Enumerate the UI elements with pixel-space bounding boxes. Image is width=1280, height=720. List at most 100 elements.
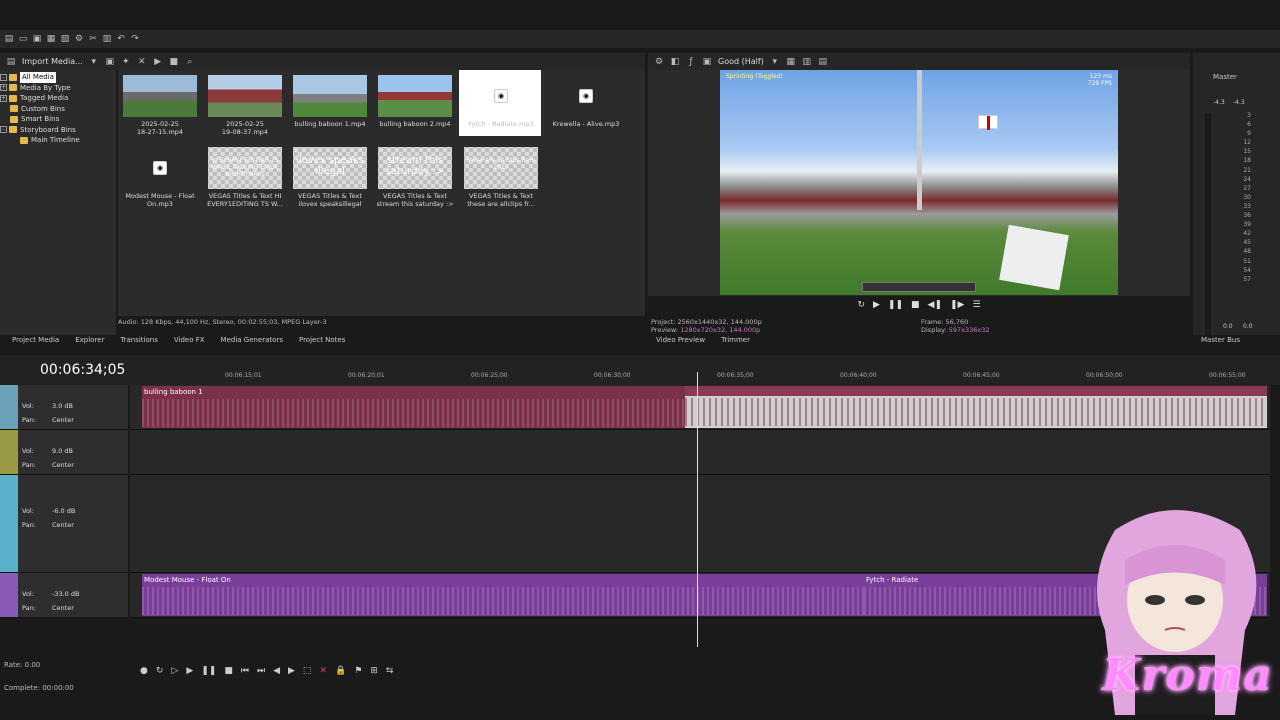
media-item[interactable]: HI EVERY1 EDITING TS WHILE TALKING ENJOY… — [203, 142, 285, 208]
record-icon[interactable]: ● — [140, 666, 148, 676]
tab-project-notes[interactable]: Project Notes — [291, 336, 353, 346]
fx-icon[interactable]: ƒ — [686, 57, 696, 67]
auto-ripple-icon[interactable]: ⇆ — [386, 666, 394, 676]
capture-icon[interactable]: ▣ — [105, 57, 115, 67]
marker-icon[interactable]: ⚑ — [354, 666, 362, 676]
media-item[interactable]: ◉ Krewella - Alive.mp3 — [544, 70, 626, 136]
cut-icon[interactable]: ✂ — [88, 34, 98, 44]
loop-icon[interactable]: ↻ — [857, 300, 865, 310]
audio-clip[interactable]: bulling baboon 2 — [685, 386, 1267, 428]
track-lane[interactable]: bulling baboon 1 bulling baboon 2 — [130, 385, 1270, 430]
stop-icon[interactable]: ■ — [224, 666, 233, 676]
lock-icon[interactable]: 🔒 — [335, 666, 346, 676]
play-icon[interactable]: ▶ — [153, 57, 163, 67]
tree-item-smart-bins[interactable]: Smart Bins — [0, 114, 116, 125]
menu-icon[interactable]: ☰ — [972, 300, 980, 310]
stop-icon[interactable]: ■ — [911, 300, 920, 310]
tab-media-generators[interactable]: Media Generators — [213, 336, 291, 346]
dropdown-icon[interactable]: ▾ — [89, 57, 99, 67]
new-icon[interactable]: ▤ — [4, 34, 14, 44]
audio-clip[interactable]: Modest Mouse - Float On — [142, 574, 864, 616]
play-icon[interactable]: ▶ — [873, 300, 880, 310]
render-icon[interactable]: ▧ — [60, 34, 70, 44]
preview-quality-select[interactable]: Good (Half) — [718, 57, 764, 66]
track-header-6[interactable]: Vol: -33.0 dB Pan: Center — [0, 573, 128, 618]
tree-item-storyboard-bins[interactable]: - Storyboard Bins — [0, 125, 116, 136]
vol-value[interactable]: 3.0 dB — [52, 402, 73, 410]
media-item[interactable]: ilovex speaks illegal VEGAS Titles & Text… — [288, 142, 370, 208]
media-item-selected[interactable]: ◉ Fytch - Radiate.mp3 — [459, 70, 541, 136]
media-item[interactable]: bulling baboon 1.mp4 — [288, 70, 370, 136]
vol-value[interactable]: -33.0 dB — [52, 590, 79, 598]
go-start-icon[interactable]: ⏮ — [241, 666, 249, 676]
tree-item-media-by-type[interactable]: + Media By Type — [0, 83, 116, 94]
track-header-5[interactable]: Vol: -6.0 dB Pan: Center — [0, 475, 128, 573]
next-frame-icon[interactable]: ▶ — [288, 666, 295, 676]
track-lane[interactable] — [130, 430, 1270, 475]
save-as-icon[interactable]: ▦ — [46, 34, 56, 44]
go-end-icon[interactable]: ⏭ — [257, 666, 265, 676]
tab-video-fx[interactable]: Video FX — [166, 336, 213, 346]
import-media-button[interactable]: Import Media... — [22, 57, 83, 66]
pan-value[interactable]: Center — [52, 461, 74, 469]
edit-tool-icon[interactable]: ⬚ — [303, 666, 312, 676]
playhead[interactable] — [697, 372, 698, 647]
properties-icon[interactable]: ⚙ — [74, 34, 84, 44]
remove-icon[interactable]: ✕ — [137, 57, 147, 67]
media-fx-icon[interactable]: ✦ — [121, 57, 131, 67]
expand-icon[interactable]: - — [0, 126, 7, 134]
snap-icon[interactable]: ⊞ — [370, 666, 378, 676]
tree-item-tagged-media[interactable]: + Tagged Media — [0, 93, 116, 104]
expand-icon[interactable]: - — [0, 73, 7, 81]
import-icon[interactable]: ▤ — [6, 57, 16, 67]
tree-item-custom-bins[interactable]: Custom Bins — [0, 104, 116, 115]
pan-value[interactable]: Center — [52, 521, 74, 529]
expand-icon[interactable]: + — [0, 84, 7, 92]
grid-icon[interactable]: ▦ — [786, 57, 796, 67]
timeline-ruler[interactable]: 00:06:15;01 00:06:20;01 00:06:25;00 00:0… — [140, 372, 1270, 384]
tab-explorer[interactable]: Explorer — [67, 336, 112, 346]
media-item[interactable]: bulling baboon 2.mp4 — [373, 70, 455, 136]
pause-icon[interactable]: ❚❚ — [201, 666, 216, 676]
tree-item-main-timeline[interactable]: Main Timeline — [0, 135, 116, 146]
tab-transitions[interactable]: Transitions — [112, 336, 166, 346]
play-icon[interactable]: ▶ — [186, 666, 193, 676]
prev-frame-icon[interactable]: ◀❚ — [928, 300, 942, 310]
prev-frame-icon[interactable]: ◀ — [273, 666, 280, 676]
split-screen-icon[interactable]: ◧ — [670, 57, 680, 67]
pan-value[interactable]: Center — [52, 416, 74, 424]
media-item[interactable]: stream this saturday :> VEGAS Titles & Te… — [373, 142, 455, 208]
undo-icon[interactable]: ↶ — [116, 34, 126, 44]
vol-value[interactable]: 9.0 dB — [52, 447, 73, 455]
tab-video-preview[interactable]: Video Preview — [648, 336, 713, 346]
tab-trimmer[interactable]: Trimmer — [713, 336, 758, 346]
dropdown-icon[interactable]: ▾ — [770, 57, 780, 67]
zoom-icon[interactable]: ⌕ — [185, 57, 195, 67]
track-header-4[interactable]: Vol: 3.0 dB Pan: Center — [0, 385, 128, 430]
tab-project-media[interactable]: Project Media — [4, 336, 67, 346]
save-icon[interactable]: ▣ — [32, 34, 42, 44]
redo-icon[interactable]: ↷ — [130, 34, 140, 44]
pause-icon[interactable]: ❚❚ — [888, 300, 903, 310]
vol-value[interactable]: -6.0 dB — [52, 507, 75, 515]
loop-icon[interactable]: ↻ — [156, 666, 164, 676]
media-item[interactable]: ◉ Modest Mouse - Float On.mp3 — [118, 142, 200, 208]
tree-item-all-media[interactable]: - All Media — [0, 72, 116, 83]
media-item[interactable]: 2025-02-25 19-08-37.mp4 — [203, 70, 285, 136]
copy-icon[interactable]: ▥ — [102, 34, 112, 44]
stop-icon[interactable]: ■ — [169, 57, 179, 67]
gear-icon[interactable]: ⚙ — [654, 57, 664, 67]
delete-icon[interactable]: ✕ — [319, 666, 327, 676]
media-item[interactable]: 2025-02-25 18-27-15.mp4 — [118, 70, 200, 136]
copy-snapshot-icon[interactable]: ▥ — [802, 57, 812, 67]
track-header[interactable]: Vol: 9.0 dB Pan: Center — [0, 430, 128, 475]
play-from-start-icon[interactable]: ▷ — [171, 666, 178, 676]
next-frame-icon[interactable]: ❚▶ — [950, 300, 964, 310]
expand-icon[interactable]: + — [0, 94, 7, 102]
open-icon[interactable]: ▭ — [18, 34, 28, 44]
pan-value[interactable]: Center — [52, 604, 74, 612]
media-item[interactable]: these are all clips from 2025 VEGAS Title… — [459, 142, 541, 208]
overlay-icon[interactable]: ▣ — [702, 57, 712, 67]
save-snapshot-icon[interactable]: ▤ — [818, 57, 828, 67]
audio-clip[interactable]: bulling baboon 1 — [142, 386, 687, 428]
